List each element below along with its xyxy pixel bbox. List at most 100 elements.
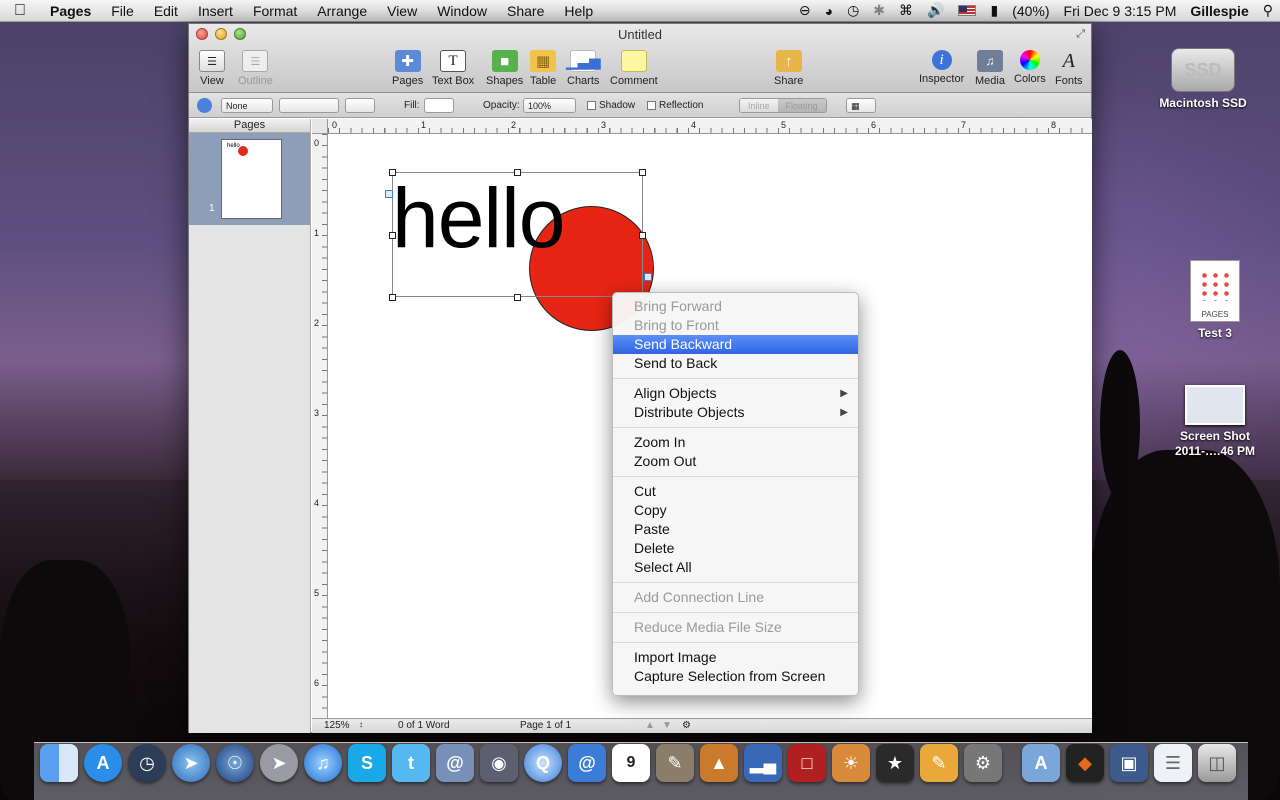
media-button[interactable]: ♫ Media [975, 50, 1005, 87]
charts-button[interactable]: ▁▃▅ Charts [566, 50, 601, 87]
menu-item-paste[interactable]: Paste [613, 520, 858, 539]
menu-item-copy[interactable]: Copy [613, 501, 858, 520]
menu-item-select-all[interactable]: Select All [613, 558, 858, 577]
dock-quicktime-icon[interactable]: Q [524, 744, 562, 782]
desktop-icon-macintosh-ssd[interactable]: SSD Macintosh SSD [1150, 48, 1256, 111]
menu-user[interactable]: Gillespie [1183, 3, 1255, 19]
menu-item-zoom-in[interactable]: Zoom In [613, 433, 858, 452]
desktop-icon-screen-shot[interactable]: Screen Shot 2011-….46 PM [1160, 385, 1270, 459]
textbox-button[interactable]: T Text Box [432, 50, 474, 87]
dock-calendar-icon[interactable]: 9 [612, 744, 650, 782]
zoom-select[interactable]: 125% [324, 720, 350, 731]
menu-item-add-connection-line[interactable]: Add Connection Line [613, 588, 858, 607]
apple-menu-icon[interactable]:  [0, 2, 40, 20]
menu-item-capture-selection[interactable]: Capture Selection from Screen [613, 667, 858, 686]
resize-handle[interactable] [514, 169, 521, 176]
dock-keynote-icon[interactable]: ▂▄ [744, 744, 782, 782]
dock-network-icon[interactable]: ☉ [216, 744, 254, 782]
menu-edit[interactable]: Edit [144, 3, 188, 19]
menu-clock[interactable]: Fri Dec 9 3:15 PM [1057, 3, 1184, 19]
menu-item-delete[interactable]: Delete [613, 539, 858, 558]
dock-imovie-icon[interactable]: ★ [876, 744, 914, 782]
shapes-button[interactable]: ■ Shapes [486, 50, 523, 87]
comment-button[interactable]: Comment [610, 50, 658, 87]
colors-button[interactable]: Colors [1014, 50, 1046, 85]
dock-launchpad-icon[interactable]: ➤ [260, 744, 298, 782]
dock-trash-icon[interactable]: ◫ [1198, 744, 1236, 782]
dock-mail-stamp-icon[interactable]: @ [436, 744, 474, 782]
styles-drawer-icon[interactable] [197, 98, 212, 113]
dock-address-book-icon[interactable]: @ [568, 744, 606, 782]
fonts-button[interactable]: A Fonts [1055, 50, 1083, 88]
menu-arrange[interactable]: Arrange [307, 3, 377, 19]
sync-icon[interactable]: ⊖ [792, 2, 818, 19]
dock-dashboard-icon[interactable]: ◷ [128, 744, 166, 782]
opacity-field[interactable]: 100% [523, 98, 576, 113]
table-button[interactable]: ▦ Table [530, 50, 556, 87]
battery-percent[interactable]: (40%) [1005, 3, 1056, 19]
resize-handle[interactable] [639, 169, 646, 176]
dock-system-preferences-icon[interactable]: ⚙ [964, 744, 1002, 782]
dock-app-store-icon[interactable]: A [84, 744, 122, 782]
menu-item-send-backward[interactable]: Send Backward [613, 335, 858, 354]
menu-item-cut[interactable]: Cut [613, 482, 858, 501]
reflection-checkbox[interactable]: Reflection [647, 98, 703, 113]
pages-button[interactable]: ✚ Pages [392, 50, 423, 87]
vertical-ruler[interactable]: 0 1 2 3 4 5 6 [312, 134, 328, 718]
dock-preview-icon[interactable]: ▲ [700, 744, 738, 782]
menu-file[interactable]: File [101, 3, 144, 19]
volume-icon[interactable]: 🔊 [920, 2, 951, 19]
menu-item-bring-to-front[interactable]: Bring to Front [613, 316, 858, 335]
dock-finder-icon[interactable] [40, 744, 78, 782]
floating-button[interactable]: Floating [777, 99, 826, 112]
fill-color-well[interactable] [424, 98, 454, 113]
text-flow-in-icon[interactable] [385, 190, 393, 198]
desktop-icon-test-3[interactable]: PAGES Test 3 [1170, 260, 1260, 341]
bluetooth-icon[interactable]: ✱ [866, 2, 892, 19]
wifi-icon[interactable]: ⌘ [892, 2, 920, 19]
dock-twitter-icon[interactable]: t [392, 744, 430, 782]
stroke-style-select[interactable]: None [221, 98, 273, 113]
dock-dictionary-icon[interactable]: ✎ [656, 744, 694, 782]
stroke-color-well[interactable] [345, 98, 375, 113]
stroke-width-select[interactable] [279, 98, 339, 113]
input-flag-icon[interactable] [951, 3, 983, 19]
menu-item-import-image[interactable]: Import Image [613, 648, 858, 667]
resize-handle[interactable] [389, 232, 396, 239]
gear-icon[interactable]: ⚙ [682, 720, 691, 731]
menu-view[interactable]: View [377, 3, 427, 19]
menu-item-align-objects[interactable]: Align Objects ▶ [613, 384, 858, 403]
resize-handle[interactable] [639, 232, 646, 239]
dock-pages-icon[interactable]: ✎ [920, 744, 958, 782]
dock-adobe-icon[interactable]: ◆ [1066, 744, 1104, 782]
menu-format[interactable]: Format [243, 3, 307, 19]
dock-facetime-icon[interactable]: ◉ [480, 744, 518, 782]
dock-iphoto-icon[interactable]: ☀ [832, 744, 870, 782]
resize-handle[interactable] [389, 294, 396, 301]
menu-item-distribute-objects[interactable]: Distribute Objects ▶ [613, 403, 858, 422]
view-button[interactable]: ☰ View [199, 50, 225, 87]
dock-documents-icon[interactable]: ☰ [1154, 744, 1192, 782]
time-machine-icon[interactable]: ◷ [840, 2, 866, 19]
menu-app-name[interactable]: Pages [40, 3, 101, 19]
spotlight-icon[interactable]: ⚲ [1256, 2, 1280, 19]
page-thumbnail-selected[interactable]: hello 1 [189, 133, 310, 225]
inline-button[interactable]: Inline [740, 99, 778, 112]
shadow-checkbox[interactable]: Shadow [587, 98, 635, 113]
dock-skype-icon[interactable]: S [348, 744, 386, 782]
horizontal-ruler[interactable]: 0 1 2 3 4 5 6 7 8 [328, 119, 1092, 134]
tuneup-icon[interactable]: ◕ [818, 3, 840, 19]
page-thumbnail[interactable]: hello [221, 139, 282, 219]
menu-item-bring-forward[interactable]: Bring Forward [613, 297, 858, 316]
menu-item-send-to-back[interactable]: Send to Back [613, 354, 858, 373]
dock-itunes-icon[interactable]: ♫ [304, 744, 342, 782]
outline-button[interactable]: ☰ Outline [238, 50, 273, 87]
battery-icon[interactable]: ▮ [983, 2, 1005, 19]
menu-item-reduce-media-file-size[interactable]: Reduce Media File Size [613, 618, 858, 637]
next-page-icon[interactable]: ▼ [662, 720, 672, 731]
resize-handle[interactable] [514, 294, 521, 301]
dock-screenshot-icon[interactable]: ▣ [1110, 744, 1148, 782]
inspector-button[interactable]: i Inspector [919, 50, 964, 85]
menu-share[interactable]: Share [497, 3, 554, 19]
text-flow-out-icon[interactable] [644, 273, 652, 281]
